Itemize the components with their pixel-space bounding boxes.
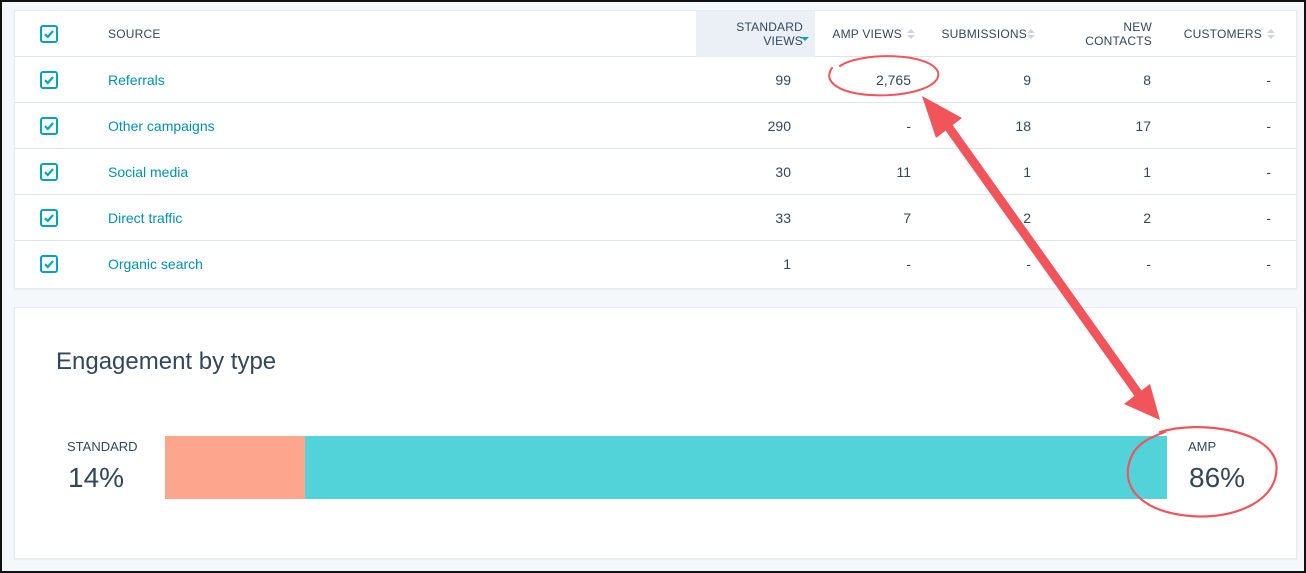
row-checkbox[interactable]	[40, 71, 58, 89]
table-row: Organic search 1 - - - -	[15, 241, 1296, 287]
amp-label: AMP	[1188, 439, 1217, 454]
standard-label: STANDARD	[67, 439, 138, 454]
header-customers[interactable]: CUSTOMERS	[1175, 11, 1275, 57]
new-contacts-value: 2	[1143, 210, 1151, 226]
new-contacts-value: 17	[1135, 118, 1151, 134]
amp-percent: 86%	[1189, 462, 1246, 493]
header-submissions[interactable]: SUBMISSIONS	[935, 11, 1035, 57]
amp-views-value: 2,765	[875, 72, 911, 88]
row-checkbox[interactable]	[40, 209, 58, 227]
new-contacts-value: 8	[1143, 72, 1151, 88]
submissions-value: 1	[1023, 164, 1031, 180]
row-checkbox[interactable]	[40, 255, 58, 273]
source-link[interactable]: Social media	[108, 149, 188, 195]
source-link[interactable]: Other campaigns	[108, 103, 215, 149]
row-checkbox[interactable]	[40, 163, 58, 181]
sort-icon	[1027, 29, 1035, 39]
customers-value: -	[1266, 72, 1271, 88]
source-link[interactable]: Organic search	[108, 241, 203, 287]
standard-views-value: 99	[775, 72, 791, 88]
customers-value: -	[1266, 256, 1271, 272]
check-icon	[44, 30, 54, 39]
table-row: Other campaigns 290 - 18 17 -	[15, 103, 1296, 149]
submissions-value: 18	[1015, 118, 1031, 134]
sort-desc-icon	[801, 37, 809, 41]
standard-percent: 14%	[68, 462, 125, 493]
source-link[interactable]: Referrals	[108, 57, 165, 103]
source-link[interactable]: Direct traffic	[108, 195, 182, 241]
standard-views-value: 33	[775, 210, 791, 226]
check-icon	[44, 76, 54, 85]
new-contacts-value: -	[1146, 256, 1151, 272]
customers-value: -	[1266, 164, 1271, 180]
engagement-card: Engagement by type STANDARD 14% AMP 86%	[14, 307, 1297, 559]
check-icon	[44, 168, 54, 177]
check-icon	[44, 260, 54, 269]
standard-views-value: 290	[767, 118, 791, 134]
header-source: SOURCE	[108, 27, 161, 41]
sort-icon	[907, 29, 915, 39]
sources-table: SOURCE STANDARD VIEWS AMP VIEWS SUBMISSIO…	[14, 10, 1297, 289]
amp-views-value: 11	[896, 164, 911, 180]
standard-bar-segment	[165, 436, 306, 499]
table-header-row: SOURCE STANDARD VIEWS AMP VIEWS SUBMISSIO…	[15, 11, 1296, 57]
table-row: Social media 30 11 1 1 -	[15, 149, 1296, 195]
check-icon	[44, 214, 54, 223]
report-frame: SOURCE STANDARD VIEWS AMP VIEWS SUBMISSIO…	[0, 0, 1306, 573]
amp-bar-segment	[305, 436, 1167, 499]
amp-views-value: 7	[903, 210, 911, 226]
header-new-contacts[interactable]: NEW CONTACTS	[1065, 11, 1152, 57]
submissions-value: 9	[1023, 72, 1031, 88]
engagement-title: Engagement by type	[56, 348, 277, 375]
standard-views-value: 1	[783, 256, 791, 272]
table-row: Direct traffic 33 7 2 2 -	[15, 195, 1296, 241]
new-contacts-value: 1	[1143, 164, 1151, 180]
submissions-value: -	[1026, 256, 1031, 272]
sort-icon	[1267, 29, 1275, 39]
amp-views-value: -	[906, 256, 911, 272]
submissions-value: 2	[1023, 210, 1031, 226]
customers-value: -	[1266, 210, 1271, 226]
row-checkbox[interactable]	[40, 117, 58, 135]
table-row: Referrals 99 2,765 9 8 -	[15, 57, 1296, 103]
select-all-checkbox[interactable]	[40, 25, 58, 43]
customers-value: -	[1266, 118, 1271, 134]
standard-views-value: 30	[775, 164, 791, 180]
engagement-bar	[165, 436, 1167, 499]
header-standard-views[interactable]: STANDARD VIEWS	[696, 11, 809, 57]
amp-views-value: -	[906, 118, 911, 134]
header-amp-views[interactable]: AMP VIEWS	[825, 11, 915, 57]
check-icon	[44, 122, 54, 131]
